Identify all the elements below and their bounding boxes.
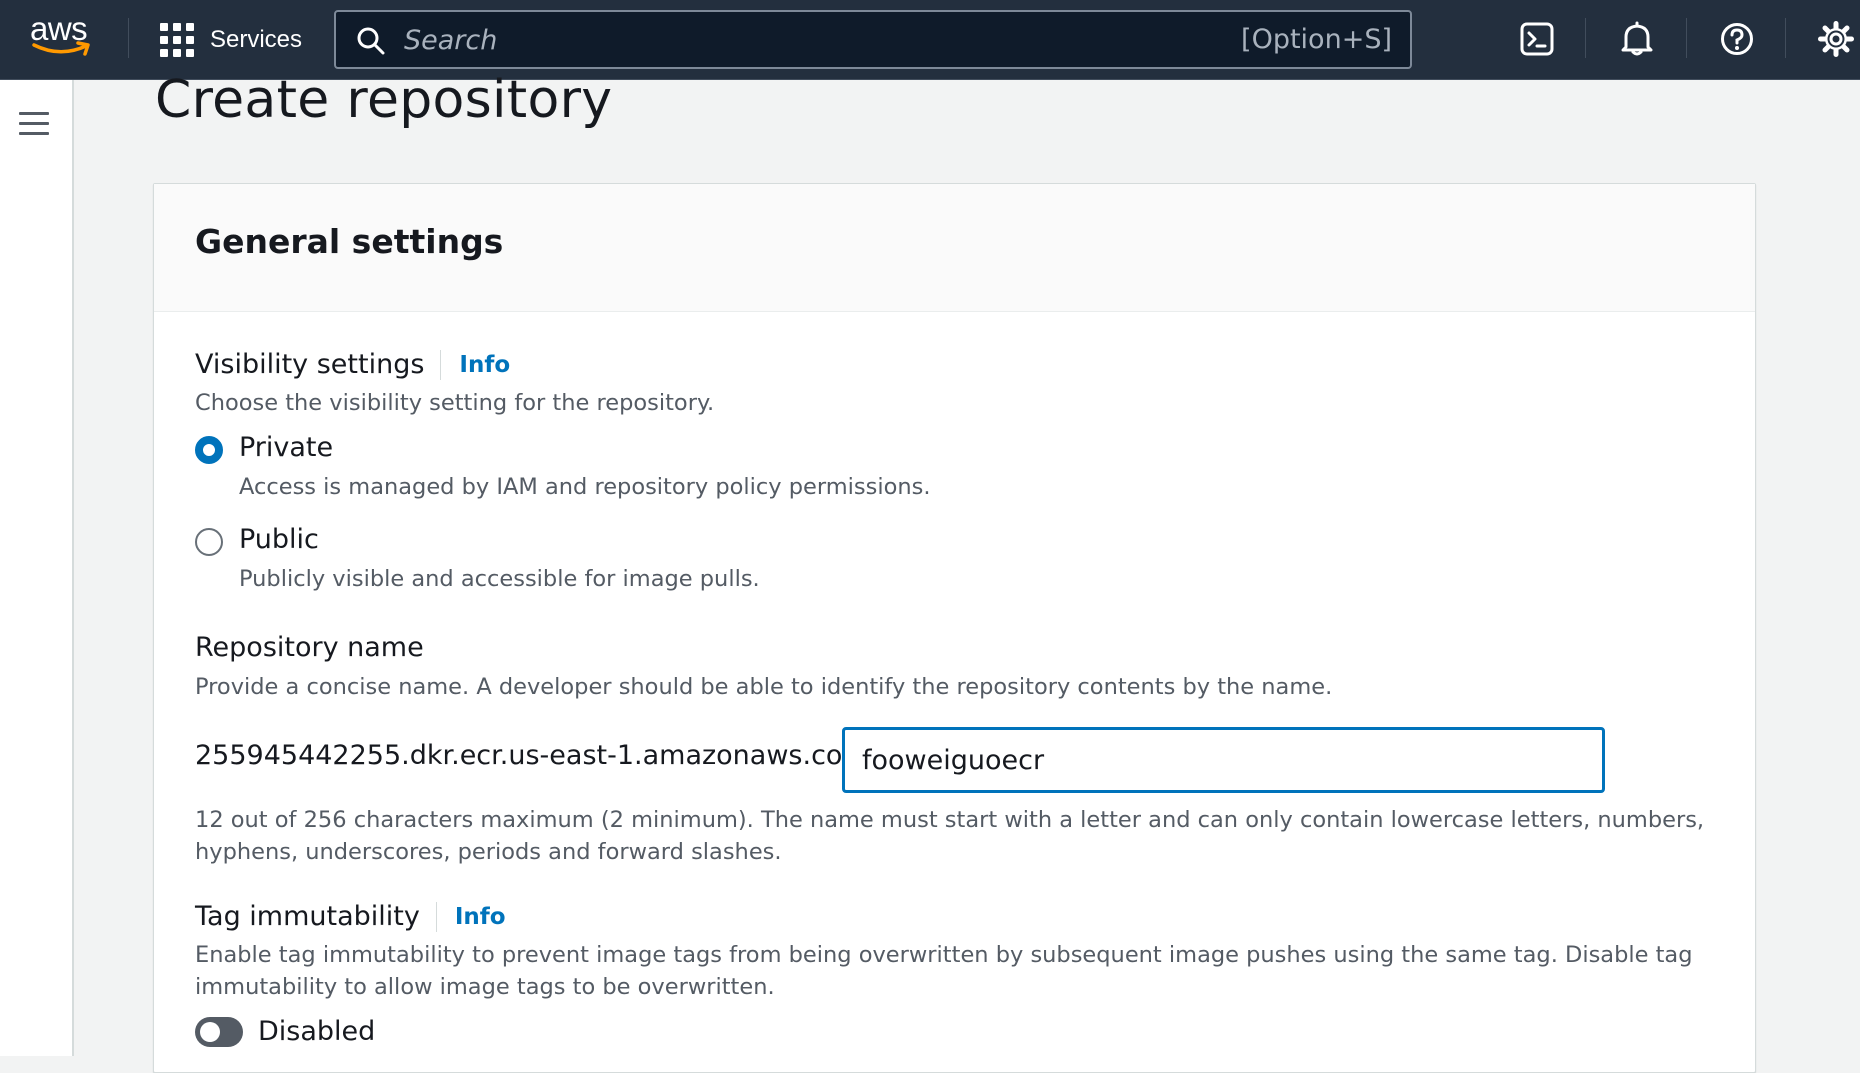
nav-divider	[1686, 18, 1687, 58]
bell-icon	[1621, 21, 1653, 56]
search-icon	[357, 27, 385, 55]
tag-immutability-description-2: immutability to allow image tags to be o…	[195, 974, 775, 1000]
nav-divider	[1785, 18, 1786, 58]
tag-immutability-label-row: Tag immutability Info	[195, 901, 506, 932]
toggle-knob	[200, 1022, 220, 1042]
radio-public-label[interactable]: Public	[239, 524, 319, 555]
page-title: Create repository	[155, 70, 613, 130]
visibility-description: Choose the visibility setting for the re…	[195, 390, 715, 416]
top-navigation: aws Services [Option+S]	[0, 0, 1860, 80]
help-button[interactable]	[1716, 18, 1758, 60]
repository-name-input[interactable]	[842, 727, 1605, 793]
visibility-info-link[interactable]: Info	[459, 352, 510, 378]
search-shortcut-hint: [Option+S]	[1241, 24, 1392, 55]
menu-hamburger-icon[interactable]	[19, 112, 49, 136]
cloudshell-button[interactable]	[1516, 18, 1558, 60]
tag-immutability-label: Tag immutability	[195, 901, 420, 932]
radio-private[interactable]	[195, 436, 223, 464]
terminal-icon	[1520, 22, 1554, 56]
grid-icon	[160, 23, 194, 57]
tag-immutability-toggle-label: Disabled	[258, 1016, 376, 1047]
services-label: Services	[210, 26, 303, 53]
side-navigation-rail	[0, 80, 74, 1056]
tag-immutability-description-1: Enable tag immutability to prevent image…	[195, 942, 1693, 968]
visibility-settings-label-row: Visibility settings Info	[195, 349, 510, 380]
aws-logo[interactable]: aws	[30, 10, 94, 62]
radio-private-description: Access is managed by IAM and repository …	[239, 474, 931, 500]
settings-button[interactable]	[1815, 18, 1857, 60]
repository-name-constraint-2: hyphens, underscores, periods and forwar…	[195, 839, 782, 865]
panel-header: General settings	[154, 184, 1755, 312]
nav-divider	[1585, 18, 1586, 58]
help-icon	[1721, 23, 1753, 55]
search-bar[interactable]: [Option+S]	[334, 10, 1412, 69]
label-separator	[435, 901, 437, 932]
general-settings-panel: General settings Visibility settings Inf…	[153, 183, 1756, 1073]
radio-public[interactable]	[195, 528, 223, 556]
search-input[interactable]	[404, 20, 1204, 60]
services-menu-button[interactable]: Services	[160, 20, 302, 60]
repository-name-constraint-1: 12 out of 256 characters maximum (2 mini…	[195, 807, 1705, 833]
notifications-button[interactable]	[1616, 18, 1658, 60]
aws-smile-icon	[32, 41, 90, 56]
tag-immutability-info-link[interactable]: Info	[455, 904, 506, 930]
tag-immutability-toggle[interactable]	[195, 1017, 243, 1047]
nav-divider	[128, 18, 129, 58]
radio-public-description: Publicly visible and accessible for imag…	[239, 566, 760, 592]
visibility-settings-label: Visibility settings	[195, 349, 425, 380]
radio-private-label[interactable]: Private	[239, 432, 333, 463]
repository-name-description: Provide a concise name. A developer shou…	[195, 674, 1333, 700]
gear-icon	[1818, 21, 1854, 57]
label-separator	[440, 349, 442, 380]
repository-uri-prefix: 255945442255.dkr.ecr.us-east-1.amazonaws…	[195, 740, 878, 771]
repository-name-label: Repository name	[195, 632, 424, 663]
panel-heading: General settings	[195, 222, 504, 261]
